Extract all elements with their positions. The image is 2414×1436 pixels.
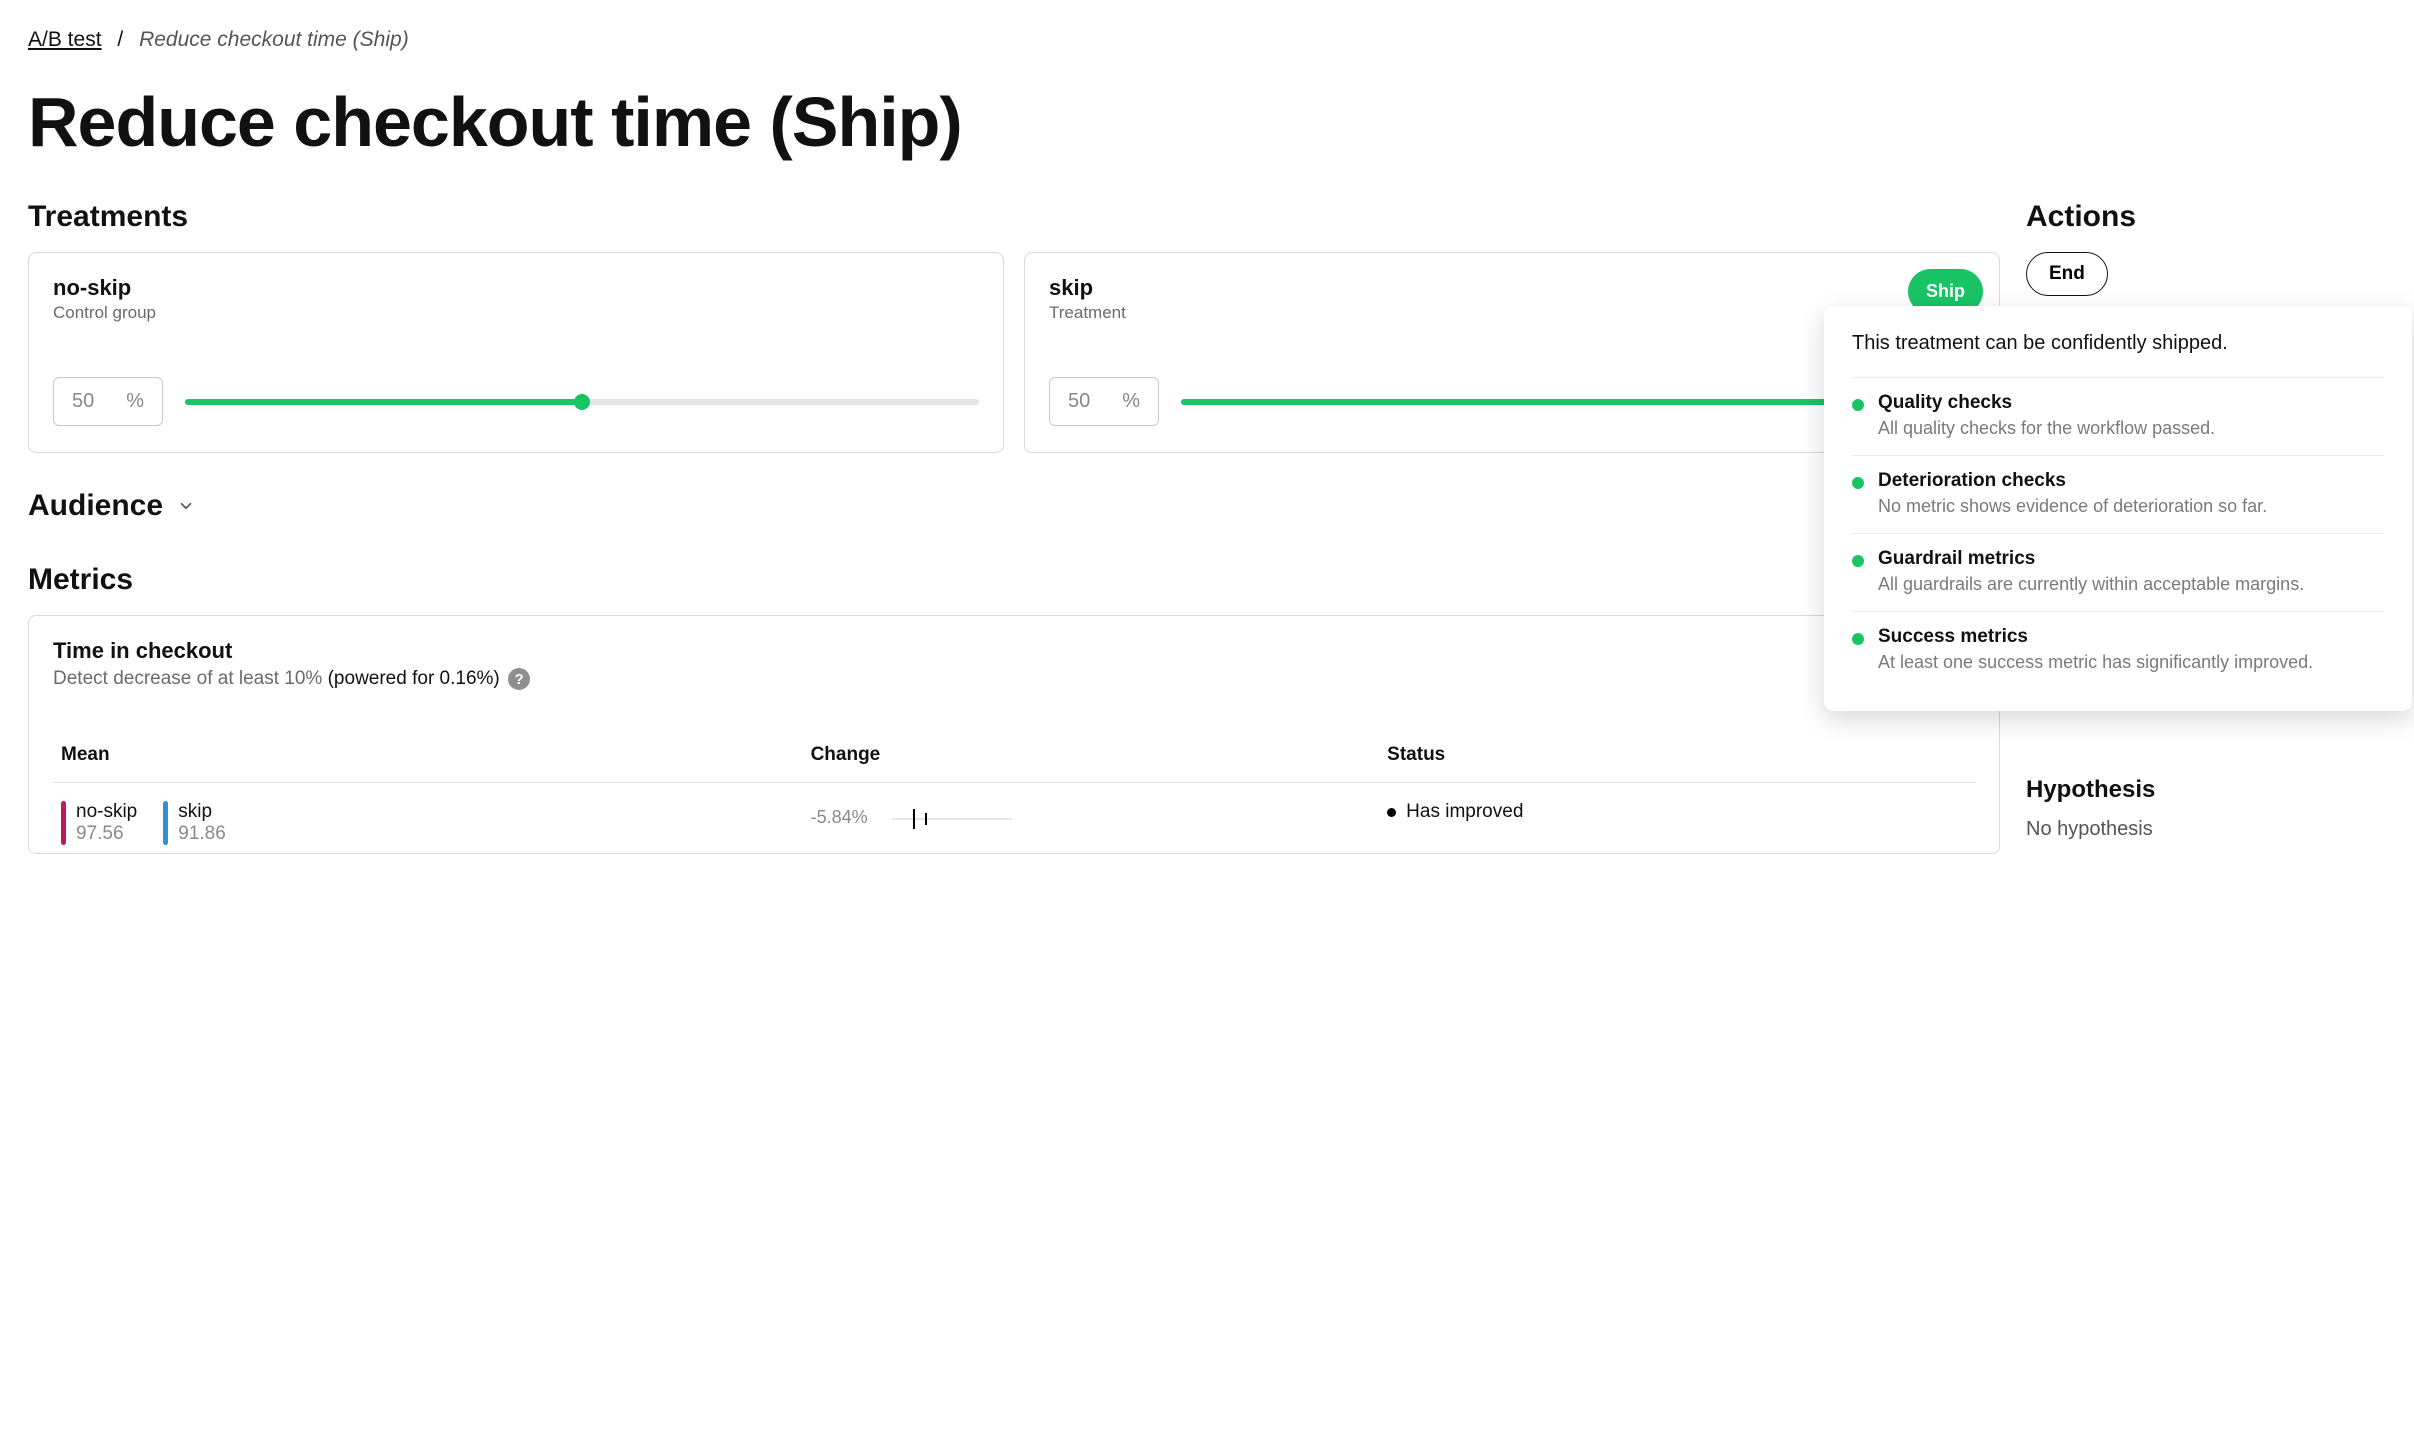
treatment-name: skip: [1049, 275, 1975, 301]
metric-subtitle: Detect decrease of at least 10% (powered…: [53, 668, 1975, 690]
metric-table: Mean Change Status no-skip: [53, 734, 1975, 847]
check-quality: Quality checks All quality checks for th…: [1852, 377, 2384, 455]
percent-slider[interactable]: [185, 399, 979, 405]
check-deterioration: Deterioration checks No metric shows evi…: [1852, 455, 2384, 533]
series-color-bar: [61, 801, 66, 845]
col-status: Status: [1379, 734, 1975, 783]
breadcrumb-sep: /: [117, 28, 123, 51]
check-desc: All quality checks for the workflow pass…: [1878, 418, 2215, 439]
change-value: -5.84%: [811, 807, 868, 827]
check-guardrail: Guardrail metrics All guardrails are cur…: [1852, 533, 2384, 611]
metric-sub-dark: (powered for 0.16%): [328, 668, 500, 689]
mean-value: 97.56: [76, 823, 137, 845]
status-dot-icon: [1387, 808, 1396, 817]
slider-fill: [185, 399, 582, 405]
page-title: Reduce checkout time (Ship): [28, 82, 2386, 162]
col-mean: Mean: [53, 734, 803, 783]
table-row: no-skip 97.56 skip 91.86: [53, 783, 1975, 848]
mean-label: no-skip: [76, 801, 137, 823]
ship-popover: This treatment can be confidently shippe…: [1824, 306, 2412, 711]
hypothesis-block: Hypothesis No hypothesis: [2026, 776, 2386, 841]
mean-skip: skip 91.86: [163, 801, 226, 845]
mean-label: skip: [178, 801, 226, 823]
breadcrumb: A/B test / Reduce checkout time (Ship): [28, 28, 2386, 52]
mean-no-skip: no-skip 97.56: [61, 801, 137, 845]
series-color-bar: [163, 801, 168, 845]
mean-value: 91.86: [178, 823, 226, 845]
check-desc: All guardrails are currently within acce…: [1878, 574, 2304, 595]
treatment-name: no-skip: [53, 275, 979, 301]
section-treatments: Treatments: [28, 200, 2000, 234]
check-title: Deterioration checks: [1878, 470, 2267, 492]
treatment-sub: Control group: [53, 303, 979, 323]
col-change: Change: [803, 734, 1380, 783]
metric-sub-gray: Detect decrease of at least 10%: [53, 668, 328, 689]
status-dot-green-icon: [1852, 399, 1864, 411]
help-icon[interactable]: ?: [508, 668, 530, 690]
section-hypothesis: Hypothesis: [2026, 776, 2386, 804]
percent-input[interactable]: 50 %: [1049, 377, 1159, 426]
audience-toggle[interactable]: Audience: [28, 489, 2000, 523]
check-title: Success metrics: [1878, 626, 2313, 648]
status-dot-green-icon: [1852, 477, 1864, 489]
check-title: Quality checks: [1878, 392, 2215, 414]
slider-knob[interactable]: [574, 394, 590, 410]
treatment-card-no-skip: no-skip Control group 50 %: [28, 252, 1004, 453]
percent-value: 50: [1068, 390, 1090, 413]
treatments-row: no-skip Control group 50 % Ship skip: [28, 252, 2000, 453]
check-success: Success metrics At least one success met…: [1852, 611, 2384, 689]
popover-lead: This treatment can be confidently shippe…: [1852, 332, 2384, 355]
percent-unit: %: [126, 390, 144, 413]
end-button[interactable]: End: [2026, 252, 2108, 296]
check-desc: No metric shows evidence of deterioratio…: [1878, 496, 2267, 517]
metric-card: Time in checkout Detect decrease of at l…: [28, 615, 2000, 854]
check-desc: At least one success metric has signific…: [1878, 652, 2313, 673]
breadcrumb-current: Reduce checkout time (Ship): [139, 28, 409, 51]
status-dot-green-icon: [1852, 555, 1864, 567]
metric-title: Time in checkout: [53, 638, 1975, 664]
percent-unit: %: [1122, 390, 1140, 413]
percent-value: 50: [72, 390, 94, 413]
percent-input[interactable]: 50 %: [53, 377, 163, 426]
change-sparkline: [892, 801, 1012, 837]
hypothesis-body: No hypothesis: [2026, 818, 2386, 841]
chevron-down-icon: [177, 497, 195, 515]
section-audience: Audience: [28, 489, 163, 523]
section-metrics: Metrics: [28, 563, 2000, 597]
section-actions: Actions: [2026, 200, 2386, 234]
status-text: Has improved: [1406, 801, 1523, 822]
status-dot-green-icon: [1852, 633, 1864, 645]
breadcrumb-root[interactable]: A/B test: [28, 28, 102, 51]
check-title: Guardrail metrics: [1878, 548, 2304, 570]
